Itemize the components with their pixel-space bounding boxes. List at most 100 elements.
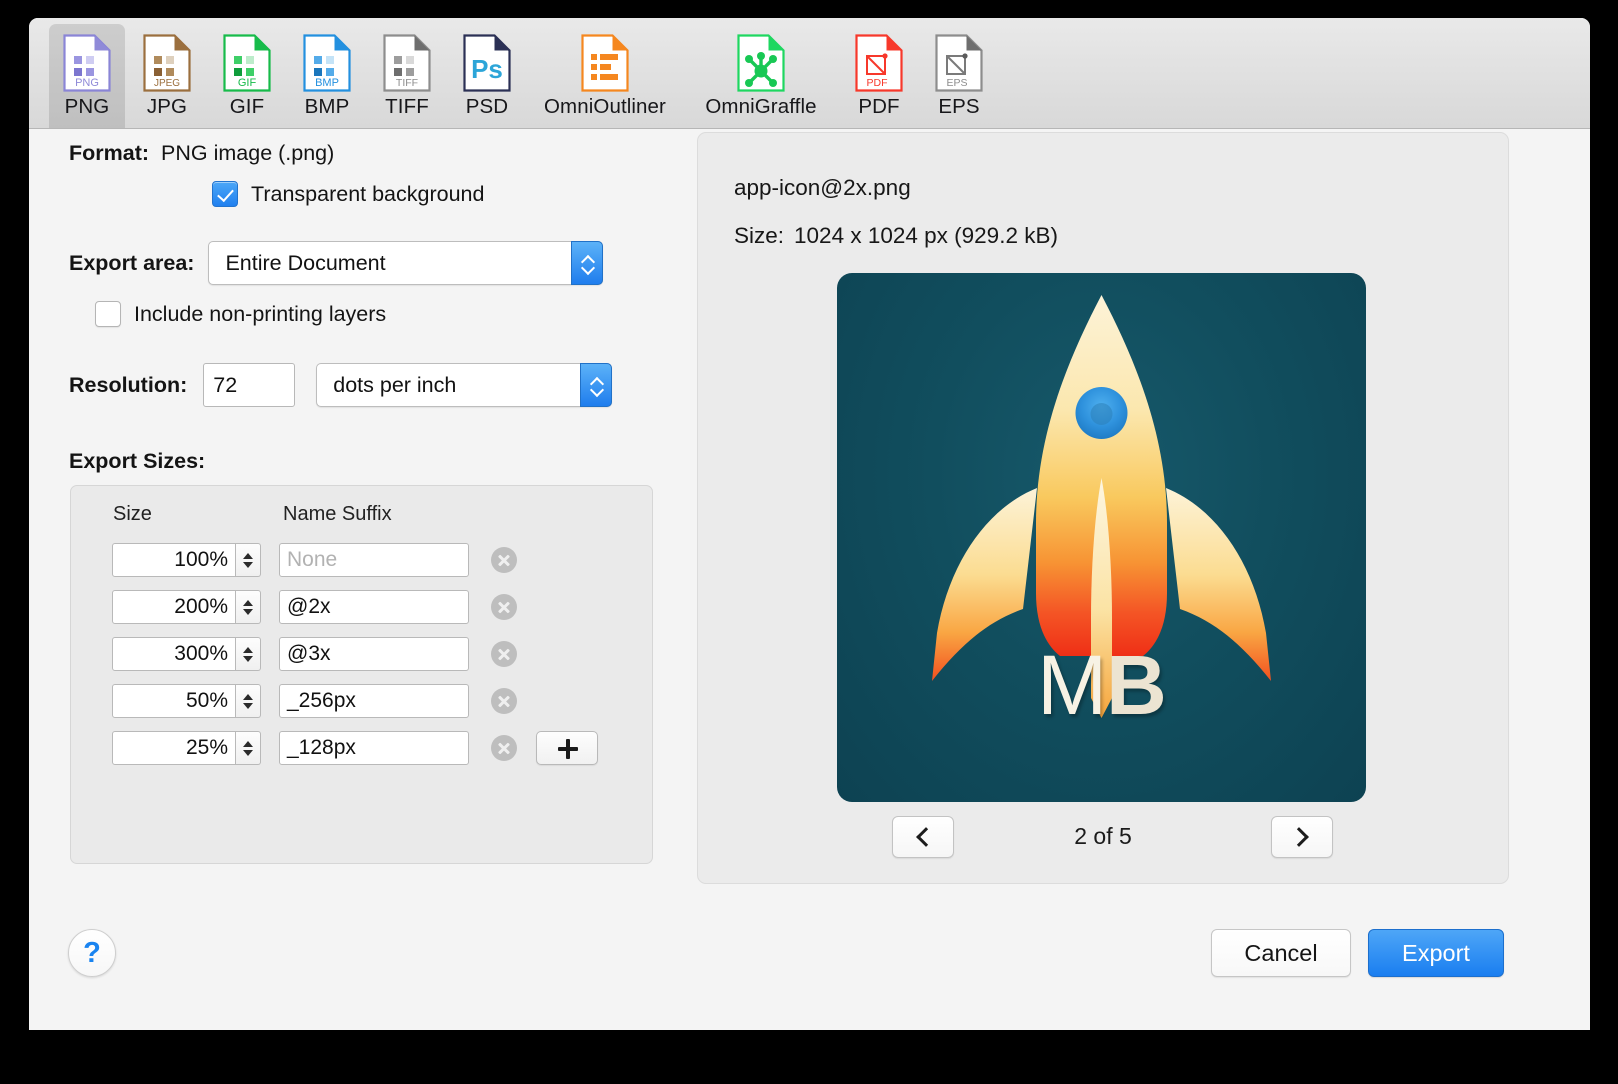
- tab-psd[interactable]: Ps PSD: [449, 24, 525, 128]
- monogram-b: B: [1106, 638, 1167, 732]
- size-input[interactable]: 100%: [112, 543, 236, 577]
- column-header-size: Size: [113, 503, 152, 525]
- svg-text:EPS: EPS: [946, 77, 967, 89]
- size-input[interactable]: 50%: [112, 684, 236, 718]
- export-area-select[interactable]: Entire Document: [208, 241, 604, 285]
- resolution-row: Resolution: 72 dots per inch: [69, 363, 613, 407]
- dialog-footer: ? Cancel Export: [29, 884, 1590, 1030]
- question-mark-icon: ?: [83, 936, 101, 969]
- tab-omnioutliner[interactable]: OmniOutliner: [529, 24, 681, 128]
- tab-label: PSD: [465, 95, 509, 118]
- remove-size-icon[interactable]: [491, 641, 517, 667]
- preview-thumbnail: MB: [837, 273, 1366, 802]
- export-button[interactable]: Export: [1368, 929, 1504, 977]
- help-button[interactable]: ?: [68, 929, 116, 977]
- tab-label: OmniGraffle: [705, 95, 817, 118]
- tab-bmp[interactable]: BMP BMP: [289, 24, 365, 128]
- remove-size-icon[interactable]: [491, 688, 517, 714]
- tab-label: EPS: [938, 95, 980, 118]
- resolution-unit-select[interactable]: dots per inch: [316, 363, 613, 407]
- svg-text:PNG: PNG: [75, 77, 99, 89]
- export-area-value: Entire Document: [225, 250, 386, 275]
- preview-panel: app-icon@2x.png Size: 1024 x 1024 px (929…: [697, 132, 1509, 884]
- chevron-updown-icon[interactable]: [580, 363, 613, 407]
- export-sizes-heading: Export Sizes:: [69, 449, 206, 473]
- table-row: 25% _128px: [112, 731, 598, 765]
- tab-label: JPG: [146, 95, 188, 118]
- size-input[interactable]: 25%: [112, 731, 236, 765]
- transparent-background-checkbox[interactable]: Transparent background: [212, 181, 484, 207]
- tab-jpg[interactable]: JPEG JPG: [129, 24, 205, 128]
- svg-text:Ps: Ps: [471, 54, 503, 84]
- add-size-button[interactable]: [536, 731, 598, 765]
- transparent-background-label: Transparent background: [251, 181, 485, 206]
- table-row: 100% None: [112, 543, 517, 577]
- size-stepper[interactable]: [236, 684, 261, 718]
- export-dialog-window: PNG PNG JPEG JPG GIF GIF BMP BMP TIFF TI…: [29, 18, 1590, 1030]
- preview-page-counter: 2 of 5: [1074, 823, 1132, 849]
- eps-file-icon: EPS: [935, 32, 983, 94]
- app-icon-monogram: MB: [837, 643, 1366, 727]
- table-row: 50% _256px: [112, 684, 517, 718]
- name-suffix-input[interactable]: _128px: [279, 731, 469, 765]
- bmp-file-icon: BMP: [303, 32, 351, 94]
- preview-size-value: 1024 x 1024 px (929.2 kB): [794, 223, 1058, 248]
- tab-label: PNG: [64, 95, 110, 118]
- png-file-icon: PNG: [63, 32, 111, 94]
- include-non-printing-layers-label: Include non-printing layers: [134, 301, 387, 326]
- tab-png[interactable]: PNG PNG: [49, 24, 125, 128]
- tab-label: TIFF: [385, 95, 429, 118]
- tab-label: BMP: [304, 95, 350, 118]
- chevron-updown-icon[interactable]: [571, 241, 604, 285]
- export-area-row: Export area: Entire Document: [69, 241, 604, 285]
- name-suffix-input[interactable]: None: [279, 543, 469, 577]
- tab-gif[interactable]: GIF GIF: [209, 24, 285, 128]
- checkbox-unchecked-icon[interactable]: [95, 301, 121, 327]
- tab-pdf[interactable]: PDF PDF: [841, 24, 917, 128]
- checkbox-checked-icon[interactable]: [212, 181, 238, 207]
- size-stepper[interactable]: [236, 637, 261, 671]
- preview-size-line: Size: 1024 x 1024 px (929.2 kB): [734, 223, 1058, 249]
- format-value: PNG image (.png): [161, 141, 335, 165]
- table-row: 300% @3x: [112, 637, 517, 671]
- resolution-input[interactable]: 72: [203, 363, 296, 407]
- psd-file-icon: Ps: [463, 32, 511, 94]
- svg-text:PDF: PDF: [867, 77, 888, 89]
- tab-omnigraffle[interactable]: OmniGraffle: [685, 24, 837, 128]
- resolution-unit-value: dots per inch: [333, 372, 457, 397]
- size-stepper[interactable]: [236, 543, 261, 577]
- name-suffix-input[interactable]: _256px: [279, 684, 469, 718]
- jpeg-file-icon: JPEG: [143, 32, 191, 94]
- size-stepper[interactable]: [236, 731, 261, 765]
- format-tab-bar: PNG PNG JPEG JPG GIF GIF BMP BMP TIFF TI…: [29, 18, 1590, 129]
- name-suffix-input[interactable]: @2x: [279, 590, 469, 624]
- pdf-file-icon: PDF: [855, 32, 903, 94]
- format-row: Format: PNG image (.png): [69, 141, 334, 166]
- remove-size-icon[interactable]: [491, 594, 517, 620]
- cancel-button[interactable]: Cancel: [1211, 929, 1351, 977]
- name-suffix-input[interactable]: @3x: [279, 637, 469, 671]
- svg-text:TIFF: TIFF: [396, 77, 418, 89]
- preview-filename: app-icon@2x.png: [734, 175, 911, 200]
- remove-size-icon[interactable]: [491, 547, 517, 573]
- preview-size-label: Size:: [734, 223, 785, 248]
- size-input[interactable]: 200%: [112, 590, 236, 624]
- table-row: 200% @2x: [112, 590, 517, 624]
- size-input[interactable]: 300%: [112, 637, 236, 671]
- include-non-printing-layers-checkbox[interactable]: Include non-printing layers: [95, 301, 386, 327]
- remove-size-icon[interactable]: [491, 735, 517, 761]
- tab-eps[interactable]: EPS EPS: [921, 24, 997, 128]
- monogram-m: M: [1037, 638, 1107, 732]
- svg-text:BMP: BMP: [315, 77, 339, 89]
- svg-text:JPEG: JPEG: [154, 78, 180, 89]
- resolution-label: Resolution:: [69, 372, 188, 397]
- gif-file-icon: GIF: [223, 32, 271, 94]
- tab-label: PDF: [858, 95, 900, 118]
- next-preview-button[interactable]: [1271, 816, 1333, 858]
- size-stepper[interactable]: [236, 590, 261, 624]
- omnioutliner-file-icon: [581, 32, 629, 94]
- svg-text:GIF: GIF: [238, 77, 257, 89]
- tiff-file-icon: TIFF: [383, 32, 431, 94]
- tab-label: GIF: [229, 95, 265, 118]
- tab-tiff[interactable]: TIFF TIFF: [369, 24, 445, 128]
